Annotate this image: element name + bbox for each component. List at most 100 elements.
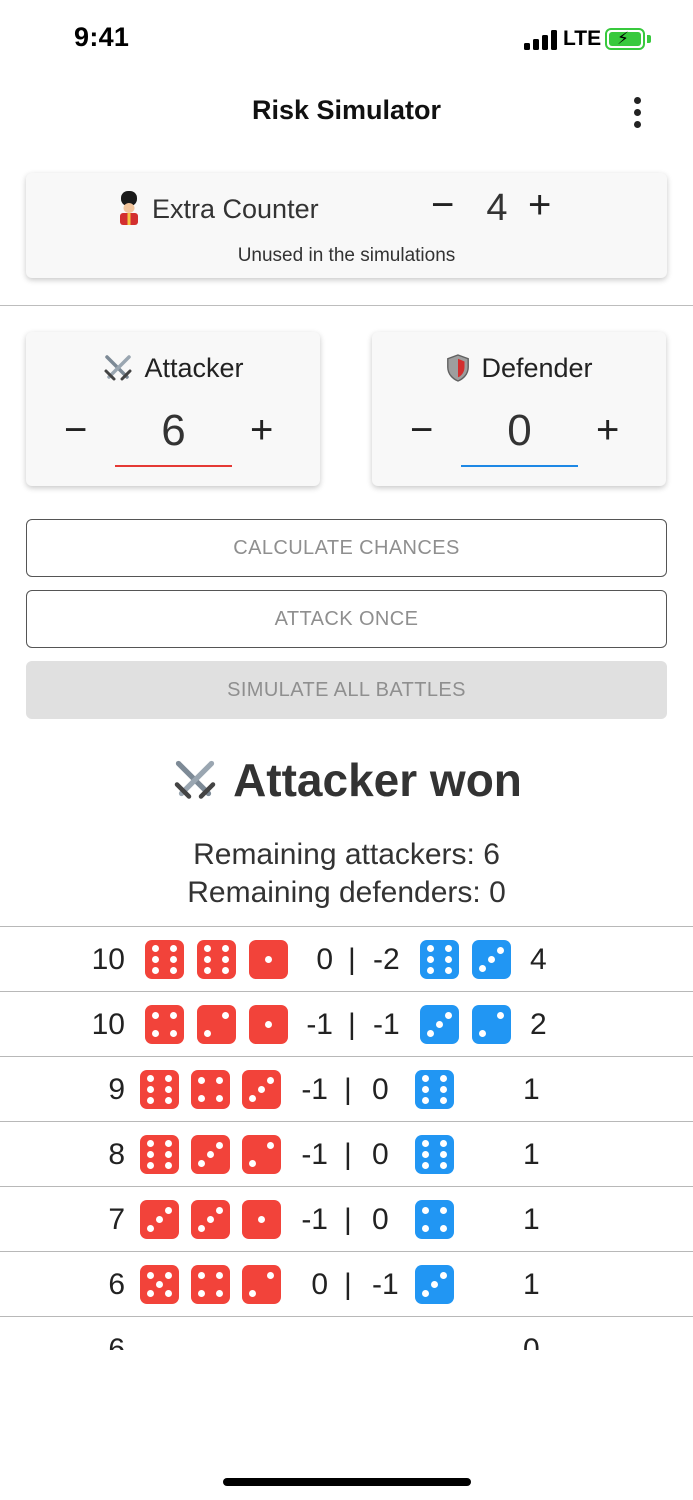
simulate-all-battles-button[interactable]: SIMULATE ALL BATTLES	[26, 661, 667, 719]
die-pip	[152, 966, 160, 974]
die-pip	[266, 1077, 274, 1085]
die-pip	[221, 945, 229, 953]
die-pip	[439, 1272, 447, 1280]
defender-plus-button[interactable]: +	[596, 408, 619, 453]
row-separator: |	[344, 1073, 352, 1106]
die-pip	[147, 1161, 155, 1169]
attacker-label: Attacker	[144, 352, 244, 383]
battle-row: 10 -1 | -1 2	[0, 991, 693, 1056]
row-attackers-count: 10	[91, 943, 125, 976]
battle-log-list: 10 0 | -2 4 10 -1 | -1 2 9 -1 | 0 1 8 -1 | 0 1 7 -1 | 0 1 6 0 | -1 1 6…	[0, 926, 693, 1350]
defense-die	[415, 1200, 454, 1239]
die-pip	[169, 1029, 177, 1037]
status-bar: 9:41 LTE ⚡	[0, 0, 693, 80]
die-pip	[427, 956, 435, 963]
row-defenders-count: 1	[523, 1268, 540, 1301]
battery-charging-icon: ⚡	[605, 28, 645, 50]
row-attacker-loss: -1	[306, 1008, 333, 1041]
die-pip	[422, 1161, 430, 1169]
more-vert-icon[interactable]	[625, 94, 651, 130]
die-pip	[221, 956, 229, 963]
defense-die	[415, 1265, 454, 1304]
die-pip	[164, 1151, 172, 1158]
die-pip	[215, 1207, 223, 1215]
die-pip	[204, 956, 212, 963]
die-pip	[431, 1281, 438, 1288]
attack-die	[191, 1070, 230, 1109]
battle-row: 6 0 | -1 1	[0, 1251, 693, 1316]
attack-once-button[interactable]: ATTACK ONCE	[26, 590, 667, 648]
attacker-title: Attacker	[26, 352, 320, 384]
remaining-attackers: Remaining attackers: 6	[193, 838, 500, 871]
die-pip	[265, 1021, 272, 1028]
die-pip	[164, 1161, 172, 1169]
die-pip	[422, 1151, 430, 1158]
die-pip	[422, 1224, 430, 1232]
die-pip	[496, 947, 504, 955]
attacker-plus-button[interactable]: +	[250, 408, 273, 453]
crossed-swords-icon	[104, 355, 132, 381]
guard-icon	[120, 191, 138, 225]
row-defenders-count: 2	[530, 1008, 547, 1041]
row-defenders-count: 0	[523, 1333, 540, 1350]
die-pip	[164, 1272, 172, 1280]
defender-minus-button[interactable]: −	[410, 408, 433, 453]
attack-die	[145, 1005, 184, 1044]
row-defender-loss: 0	[372, 1073, 389, 1106]
die-pip	[266, 1142, 274, 1150]
home-indicator	[223, 1478, 471, 1486]
die-pip	[427, 966, 435, 974]
defender-label: Defender	[481, 352, 593, 383]
row-attacker-loss: 0	[311, 1268, 328, 1301]
die-pip	[147, 1075, 155, 1083]
die-pip	[439, 1140, 447, 1148]
die-pip	[488, 956, 495, 963]
row-separator: |	[348, 1008, 356, 1041]
die-pip	[439, 1161, 447, 1169]
die-pip	[249, 1289, 257, 1297]
die-pip	[169, 956, 177, 963]
die-pip	[147, 1272, 155, 1280]
attack-die	[197, 940, 236, 979]
battery-cap	[647, 35, 651, 43]
row-defenders-count: 1	[523, 1203, 540, 1236]
die-pip	[156, 1281, 163, 1288]
die-pip	[198, 1094, 206, 1102]
calculate-chances-button[interactable]: CALCULATE CHANCES	[26, 519, 667, 577]
die-pip	[249, 1094, 257, 1102]
defender-count-input[interactable]: 0	[461, 404, 578, 467]
die-pip	[422, 1289, 430, 1297]
die-pip	[215, 1077, 223, 1085]
app-title: Risk Simulator	[251, 95, 442, 125]
row-defenders-count: 1	[523, 1138, 540, 1171]
die-pip	[427, 1029, 435, 1037]
extra-counter-card: Extra Counter − 4 + Unused in the simula…	[26, 173, 667, 278]
attack-die	[145, 940, 184, 979]
die-pip	[215, 1289, 223, 1297]
attack-die	[191, 1135, 230, 1174]
die-pip	[164, 1140, 172, 1148]
result-title: Attacker won	[0, 753, 693, 807]
die-pip	[204, 1029, 212, 1037]
attacker-minus-button[interactable]: −	[64, 408, 87, 453]
die-pip	[439, 1086, 447, 1093]
die-pip	[152, 1029, 160, 1037]
battle-row: 8 -1 | 0 1	[0, 1121, 693, 1186]
defender-card: Defender − 0 +	[372, 332, 666, 486]
extra-counter-text: Extra Counter	[152, 193, 319, 224]
extra-counter-label: Extra Counter	[116, 191, 319, 227]
status-time: 9:41	[74, 22, 130, 52]
die-pip	[258, 1216, 265, 1223]
die-pip	[152, 1012, 160, 1020]
extra-counter-plus-button[interactable]: +	[528, 183, 551, 228]
row-attacker-loss: -1	[301, 1138, 328, 1171]
row-attackers-count: 7	[108, 1203, 125, 1236]
row-attackers-count: 9	[108, 1073, 125, 1106]
die-pip	[266, 1272, 274, 1280]
attack-die	[191, 1265, 230, 1304]
die-pip	[221, 1012, 229, 1020]
row-defender-loss: 0	[372, 1138, 389, 1171]
die-pip	[164, 1075, 172, 1083]
extra-counter-minus-button[interactable]: −	[431, 183, 454, 228]
attacker-count-input[interactable]: 6	[115, 404, 232, 467]
